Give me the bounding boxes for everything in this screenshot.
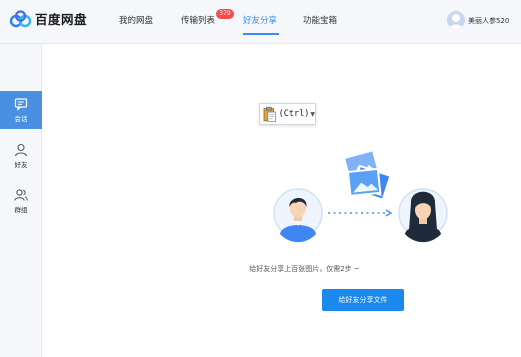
clipboard-icon <box>263 106 277 122</box>
nav-friend-share[interactable]: 好友分享 <box>243 14 277 26</box>
logo[interactable]: 百度网盘 <box>9 9 87 28</box>
share-illustration <box>273 150 448 243</box>
nav-my-drive[interactable]: 我的网盘 <box>119 14 153 26</box>
female-avatar-icon <box>398 188 448 243</box>
chat-icon <box>14 98 28 111</box>
user-avatar-icon <box>449 14 463 29</box>
paste-options-popup[interactable]: (Ctrl) ▼ <box>259 103 316 125</box>
sidebar: 会话 好友 群组 <box>0 44 42 357</box>
paste-options-label: (Ctrl) <box>278 109 310 119</box>
transfer-count-badge: 379 <box>216 9 234 19</box>
nav-transfer-list[interactable]: 传输列表 <box>181 14 215 26</box>
photos-icon <box>342 150 392 201</box>
person-icon <box>14 143 28 157</box>
male-avatar-icon <box>273 188 323 243</box>
sidebar-item-groups[interactable]: 群组 <box>0 182 42 220</box>
nav-active-underline <box>243 33 279 35</box>
baidu-cloud-logo-icon <box>9 9 32 27</box>
username[interactable]: 美丽人参520 <box>468 16 509 26</box>
group-icon <box>14 189 28 201</box>
top-bar: 百度网盘 我的网盘 传输列表 379 好友分享 功能宝箱 美丽人参520 <box>0 0 521 44</box>
dropdown-arrow-icon: ▼ <box>310 110 315 118</box>
logo-text: 百度网盘 <box>35 12 88 27</box>
sidebar-item-label: 群组 <box>14 206 28 214</box>
arrow-dots-icon <box>328 209 393 217</box>
sidebar-item-label: 会话 <box>14 115 28 123</box>
share-files-button[interactable]: 给好友分享文件 <box>322 289 404 311</box>
sidebar-item-label: 好友 <box>14 161 28 169</box>
share-hint-text: 给好友分享上百张图片，仅需2步 ~ <box>249 265 360 273</box>
sidebar-item-friends[interactable]: 好友 <box>0 137 42 175</box>
nav-toolbox[interactable]: 功能宝箱 <box>303 14 337 26</box>
sidebar-item-chat[interactable]: 会话 <box>0 91 42 129</box>
avatar[interactable] <box>447 11 465 29</box>
